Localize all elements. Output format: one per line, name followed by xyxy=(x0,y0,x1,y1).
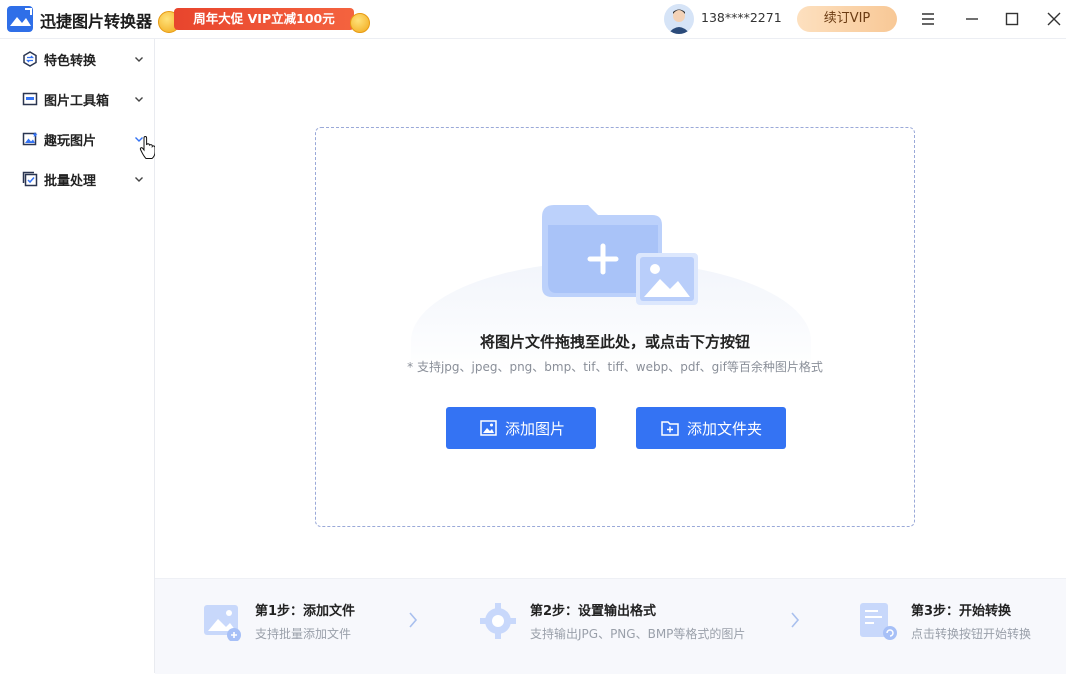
title-bar: 迅捷图片转换器 周年大促 VIP立减100元 138****2271 续订VIP xyxy=(0,0,1066,39)
convert-icon xyxy=(23,51,37,67)
chevron-down-icon xyxy=(135,57,143,62)
renew-vip-button[interactable]: 续订VIP xyxy=(797,6,897,32)
app-title: 迅捷图片转换器 xyxy=(40,12,153,31)
close-icon[interactable] xyxy=(1044,9,1064,29)
toolbox-icon xyxy=(22,92,38,106)
folder-icon xyxy=(661,421,679,436)
add-folder-button[interactable]: 添加文件夹 xyxy=(636,407,786,449)
step-1-title: 第1步：添加文件 xyxy=(255,604,356,619)
fun-image-icon xyxy=(22,132,38,146)
supported-formats-text: * 支持jpg、jpeg、png、bmp、tif、tiff、webp、pdf、g… xyxy=(407,360,823,374)
steps-bar: 第1步：添加文件 支持批量添加文件 第2步：设置输出格式 支持输出JPG、PNG… xyxy=(155,578,1066,674)
step-2-title: 第2步：设置输出格式 xyxy=(530,604,657,619)
chevron-down-icon xyxy=(135,97,143,102)
step-1-desc: 支持批量添加文件 xyxy=(255,627,352,641)
app-logo-icon xyxy=(7,6,33,32)
promo-banner[interactable]: 周年大促 VIP立减100元 xyxy=(158,5,370,33)
batch-icon xyxy=(22,171,38,187)
folder-add-illustration-icon xyxy=(542,205,698,305)
coin-icon xyxy=(350,13,370,33)
promo-text: 周年大促 VIP立减100元 xyxy=(193,11,335,26)
chevron-right-icon xyxy=(409,612,418,628)
maximize-icon[interactable] xyxy=(1002,9,1022,29)
sidebar-item-label: 图片工具箱 xyxy=(44,94,110,109)
step-3-desc: 点击转换按钮开始转换 xyxy=(911,627,1032,641)
add-image-label: 添加图片 xyxy=(505,420,566,438)
minimize-icon[interactable] xyxy=(962,9,982,29)
step-2-desc: 支持输出JPG、PNG、BMP等格式的图片 xyxy=(530,627,746,641)
sidebar-item-label: 趣玩图片 xyxy=(44,134,97,149)
menu-icon[interactable] xyxy=(918,9,938,29)
chevron-down-icon xyxy=(135,177,143,182)
avatar-icon xyxy=(664,4,694,34)
sidebar-item-special-convert[interactable]: 特色转换 xyxy=(0,39,154,79)
user-name[interactable]: 138****2271 xyxy=(701,10,782,25)
add-file-step-icon xyxy=(204,605,241,641)
drop-zone-title: 将图片文件拖拽至此处，或点击下方按钮 xyxy=(479,333,750,351)
settings-step-icon xyxy=(480,603,516,639)
step-3-title: 第3步：开始转换 xyxy=(911,604,1012,619)
start-convert-step-icon xyxy=(860,603,897,640)
sidebar-item-fun-images[interactable]: 趣玩图片 xyxy=(0,119,154,159)
sidebar-item-label: 批量处理 xyxy=(44,174,97,189)
sidebar-item-toolbox[interactable]: 图片工具箱 xyxy=(0,79,154,119)
drop-zone[interactable]: 将图片文件拖拽至此处，或点击下方按钮 * 支持jpg、jpeg、png、bmp、… xyxy=(315,127,915,527)
sidebar: 特色转换 图片工具箱 趣玩图片 批量处理 xyxy=(0,39,155,673)
sidebar-item-batch[interactable]: 批量处理 xyxy=(0,159,154,199)
avatar[interactable] xyxy=(664,4,694,34)
sidebar-item-label: 特色转换 xyxy=(44,54,97,69)
image-icon xyxy=(480,420,497,436)
add-folder-label: 添加文件夹 xyxy=(687,420,763,438)
chevron-right-icon xyxy=(791,612,800,628)
add-image-button[interactable]: 添加图片 xyxy=(446,407,596,449)
